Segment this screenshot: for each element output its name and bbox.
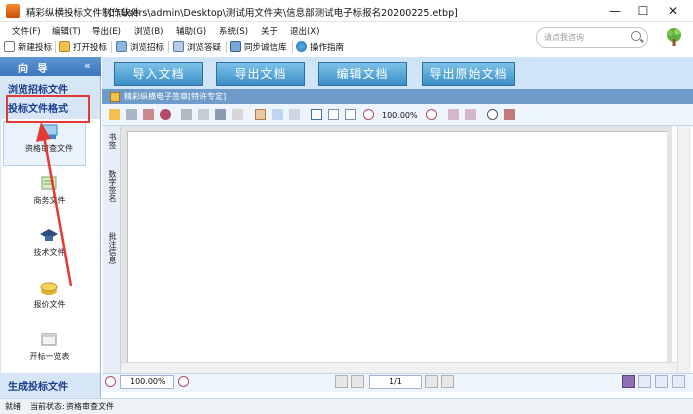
export-document-button[interactable]: 导出文档 bbox=[216, 62, 305, 86]
open-icon[interactable] bbox=[109, 109, 120, 120]
browse-qa-button[interactable]: 浏览答疑 bbox=[173, 41, 221, 53]
menu-export[interactable]: 导出(E) bbox=[92, 25, 121, 37]
last-page-button[interactable] bbox=[441, 375, 454, 388]
menu-system[interactable]: 系统(S) bbox=[219, 25, 248, 37]
sync-icon bbox=[230, 41, 241, 52]
menu-assist[interactable]: 辅助(G) bbox=[176, 25, 206, 37]
nav-browse-tender[interactable]: 浏览招标文件 bbox=[8, 81, 68, 96]
annotation-highlight-box bbox=[6, 95, 90, 123]
zoom-in-button[interactable] bbox=[178, 376, 189, 387]
zoom-in-icon[interactable] bbox=[426, 109, 437, 120]
zoom-out-icon[interactable] bbox=[363, 109, 374, 120]
search-input[interactable]: 请点我咨询 bbox=[544, 32, 584, 43]
document-page[interactable] bbox=[127, 131, 667, 362]
status-ready: 就绪 bbox=[5, 402, 21, 411]
magnifier-icon[interactable] bbox=[487, 109, 498, 120]
fit-width-icon[interactable] bbox=[345, 109, 356, 120]
menu-edit[interactable]: 编辑(T) bbox=[52, 25, 81, 37]
vertical-scrollbar[interactable] bbox=[677, 126, 691, 373]
nav-generate-bid[interactable]: 生成投标文件 bbox=[8, 378, 68, 393]
single-view-button[interactable] bbox=[622, 375, 635, 388]
tree-icon bbox=[667, 28, 681, 46]
single-page-icon[interactable] bbox=[311, 109, 322, 120]
print-icon[interactable] bbox=[181, 109, 192, 120]
folder-icon bbox=[59, 41, 70, 52]
toolbar-divider bbox=[292, 41, 293, 53]
menu-file[interactable]: 文件(F) bbox=[12, 25, 41, 37]
status-current-value: 资格审查文件 bbox=[66, 402, 114, 411]
hand-tool-icon[interactable] bbox=[255, 109, 266, 120]
copy-icon[interactable] bbox=[143, 109, 154, 120]
grid-view-button[interactable] bbox=[672, 375, 685, 388]
edit-document-button[interactable]: 编辑文档 bbox=[318, 62, 407, 86]
delete-icon[interactable] bbox=[160, 109, 171, 120]
toolbar-divider bbox=[226, 41, 227, 53]
minimize-button[interactable]: — bbox=[602, 2, 628, 20]
select-text-icon[interactable] bbox=[272, 109, 283, 120]
annotation-arrow-icon bbox=[36, 122, 73, 287]
tab-annotations[interactable]: 批注信息 bbox=[106, 232, 118, 264]
sync-credit-button[interactable]: 同步诚信库 bbox=[230, 41, 287, 53]
nav-item-opening-list[interactable]: 开标一览表 bbox=[0, 330, 99, 362]
import-document-button[interactable]: 导入文档 bbox=[114, 62, 203, 86]
file-path: [C:\Users\admin\Desktop\测试用文件夹\信息部测试电子标报… bbox=[104, 8, 458, 19]
nav-title: 向 导 bbox=[18, 64, 51, 75]
facing-view-button[interactable] bbox=[655, 375, 668, 388]
horizontal-scrollbar[interactable] bbox=[121, 362, 677, 373]
new-bid-button[interactable]: 新建投标 bbox=[4, 41, 52, 53]
document-viewer-title: 精彩纵横电子签章[特许专定] bbox=[124, 92, 227, 101]
app-logo-icon bbox=[6, 4, 20, 18]
toolbar-divider bbox=[111, 41, 112, 53]
continuous-view-button[interactable] bbox=[638, 375, 651, 388]
zoom-level-display: 100.00% bbox=[382, 111, 418, 120]
first-page-button[interactable] bbox=[335, 375, 348, 388]
tab-digital-signature[interactable]: 数字签名 bbox=[106, 170, 118, 202]
opening-list-icon bbox=[41, 333, 57, 346]
open-bid-button[interactable]: 打开投标 bbox=[59, 41, 107, 53]
close-button[interactable]: ✕ bbox=[660, 2, 686, 20]
menu-exit[interactable]: 退出(X) bbox=[290, 25, 319, 37]
find-icon[interactable] bbox=[232, 109, 243, 120]
rotate-left-icon[interactable] bbox=[448, 109, 459, 120]
toolbar-divider bbox=[168, 41, 169, 53]
globe-icon bbox=[296, 41, 307, 52]
new-file-icon bbox=[4, 41, 15, 52]
collapse-nav-button[interactable]: « bbox=[84, 59, 91, 72]
prev-page-button[interactable] bbox=[351, 375, 364, 388]
tab-bookmarks[interactable]: 书签 bbox=[106, 133, 118, 149]
page-number-value: 1/1 bbox=[389, 377, 402, 386]
next-page-button[interactable] bbox=[425, 375, 438, 388]
zoom-out-button[interactable] bbox=[105, 376, 116, 387]
guide-button[interactable]: 操作指南 bbox=[296, 41, 344, 53]
qa-document-icon bbox=[173, 41, 184, 52]
fit-page-icon[interactable] bbox=[328, 109, 339, 120]
export-original-document-button[interactable]: 导出原始文档 bbox=[422, 62, 515, 86]
menu-about[interactable]: 关于 bbox=[261, 25, 278, 37]
save-icon[interactable] bbox=[126, 109, 137, 120]
toolbar-divider bbox=[55, 41, 56, 53]
zoom-input-value: 100.00% bbox=[130, 377, 166, 386]
rotate-right-icon[interactable] bbox=[465, 109, 476, 120]
maximize-button[interactable]: ☐ bbox=[630, 2, 656, 20]
search-icon[interactable] bbox=[631, 31, 641, 41]
binoculars-icon[interactable] bbox=[215, 109, 226, 120]
snapshot-icon[interactable] bbox=[289, 109, 300, 120]
browse-tender-button[interactable]: 浏览招标 bbox=[116, 41, 164, 53]
page-icon[interactable] bbox=[198, 109, 209, 120]
tools-icon[interactable] bbox=[504, 109, 515, 120]
seal-icon bbox=[110, 92, 120, 102]
document-view-icon bbox=[116, 41, 127, 52]
menu-browse[interactable]: 浏览(B) bbox=[134, 25, 163, 37]
status-current-label: 当前状态: bbox=[30, 402, 65, 411]
